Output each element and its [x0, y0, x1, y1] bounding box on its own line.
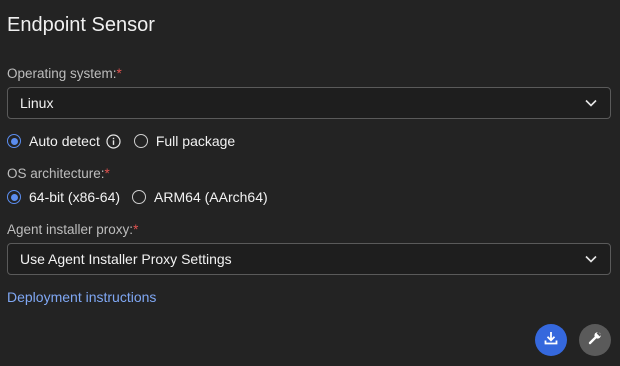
proxy-label: Agent installer proxy:* [7, 222, 138, 237]
deployment-instructions-link[interactable]: Deployment instructions [7, 289, 156, 305]
radio-auto-detect[interactable]: Auto detect [7, 133, 122, 149]
radio-arm64[interactable]: ARM64 (AArch64) [132, 189, 268, 205]
chevron-down-icon [584, 252, 598, 266]
radio-circle [132, 190, 147, 204]
arch-label: OS architecture:* [7, 166, 110, 181]
page-title: Endpoint Sensor [7, 14, 155, 36]
proxy-label-text: Agent installer proxy: [7, 222, 134, 237]
arch-radio-group: 64-bit (x86-64) ARM64 (AArch64) [7, 187, 268, 207]
proxy-required-mark: * [133, 222, 139, 237]
package-radio-group: Auto detect Full package [7, 131, 235, 151]
radio-circle [133, 134, 148, 148]
proxy-select[interactable]: Use Agent Installer Proxy Settings [7, 243, 611, 275]
radio-64-bit[interactable]: 64-bit (x86-64) [7, 189, 120, 205]
arch-required-mark: * [104, 166, 110, 181]
wrench-button[interactable] [579, 324, 611, 356]
radio-64-bit-label: 64-bit (x86-64) [29, 189, 121, 205]
os-required-mark: * [116, 66, 122, 81]
radio-arm64-label: ARM64 (AArch64) [154, 189, 268, 205]
radio-circle [7, 134, 21, 148]
proxy-select-value: Use Agent Installer Proxy Settings [20, 251, 232, 267]
radio-circle [7, 190, 21, 204]
download-button[interactable] [535, 324, 567, 356]
chevron-down-icon [584, 96, 598, 110]
endpoint-sensor-panel: Endpoint Sensor Operating system:* Linux… [0, 0, 620, 366]
wrench-icon [587, 330, 603, 351]
radio-full-package-label: Full package [155, 133, 236, 149]
os-select-value: Linux [20, 95, 54, 111]
download-icon [543, 330, 559, 351]
radio-auto-detect-label: Auto detect [29, 133, 100, 149]
info-icon[interactable] [106, 133, 122, 149]
os-label: Operating system:* [7, 66, 122, 81]
radio-full-package[interactable]: Full package [133, 133, 236, 149]
os-label-text: Operating system: [7, 66, 117, 81]
arch-label-text: OS architecture: [7, 166, 105, 181]
os-select[interactable]: Linux [7, 87, 611, 119]
